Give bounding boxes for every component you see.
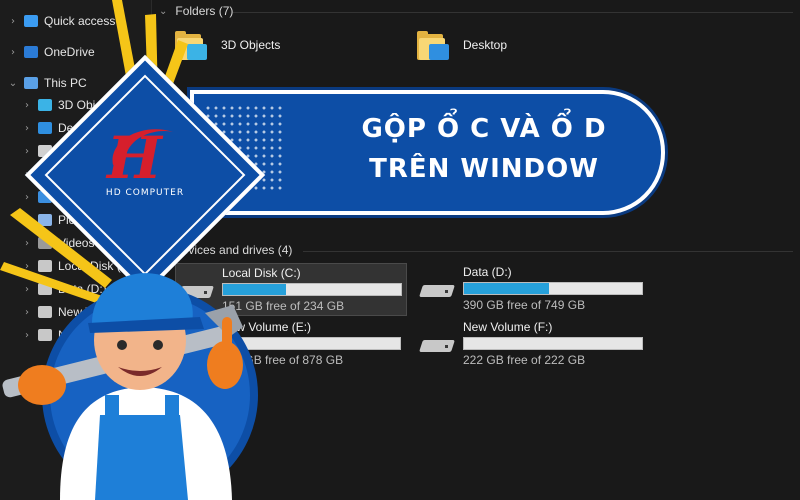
promo-banner: GỘP Ổ C VÀ Ổ D TRÊN WINDOW — [190, 90, 665, 215]
chevron-right-icon[interactable]: › — [20, 123, 34, 134]
logo-name: HD COMPUTER — [105, 188, 185, 198]
hard-drive-icon — [417, 269, 457, 309]
monitor-icon — [38, 122, 52, 134]
banner-title-line-1: GỘP Ổ C VÀ Ổ D — [361, 114, 607, 144]
mechanic-mascot-illustration — [2, 273, 258, 500]
cloud-icon — [24, 46, 38, 58]
drive-free-space: 390 GB free of 749 GB — [463, 298, 586, 312]
folder-label: Desktop — [463, 38, 508, 52]
desktop-folder-icon — [417, 28, 453, 62]
cube-icon — [38, 99, 52, 111]
chevron-down-icon[interactable]: ⌄ — [6, 78, 20, 89]
chevron-right-icon[interactable]: › — [6, 47, 20, 58]
drive-tile[interactable]: New Volume (F:) 222 GB free of 222 GB — [417, 318, 647, 369]
drive-usage-bar — [463, 282, 643, 295]
star-icon — [24, 15, 38, 27]
chevron-right-icon[interactable]: › — [20, 100, 34, 111]
hard-drive-icon — [417, 324, 457, 364]
drive-name: New Volume (F:) — [463, 320, 553, 334]
drive-name: Data (D:) — [463, 265, 512, 279]
banner-title-line-2: TRÊN WINDOW — [369, 154, 599, 184]
folder-item[interactable]: Desktop — [417, 28, 507, 62]
chevron-right-icon[interactable]: › — [20, 146, 34, 157]
hd-computer-logo: H HD COMPUTER — [95, 120, 195, 230]
logo-mark: H — [107, 124, 162, 192]
computer-icon — [24, 77, 38, 89]
drive-free-space: 222 GB free of 222 GB — [463, 353, 586, 367]
drive-usage-bar — [463, 337, 643, 350]
folder-label: 3D Objects — [221, 38, 281, 52]
drive-tile[interactable]: Data (D:) 390 GB free of 749 GB — [417, 263, 647, 314]
divider — [303, 251, 793, 252]
divider — [233, 12, 793, 13]
drive-usage-fill — [464, 283, 550, 294]
chevron-right-icon[interactable]: › — [6, 16, 20, 27]
